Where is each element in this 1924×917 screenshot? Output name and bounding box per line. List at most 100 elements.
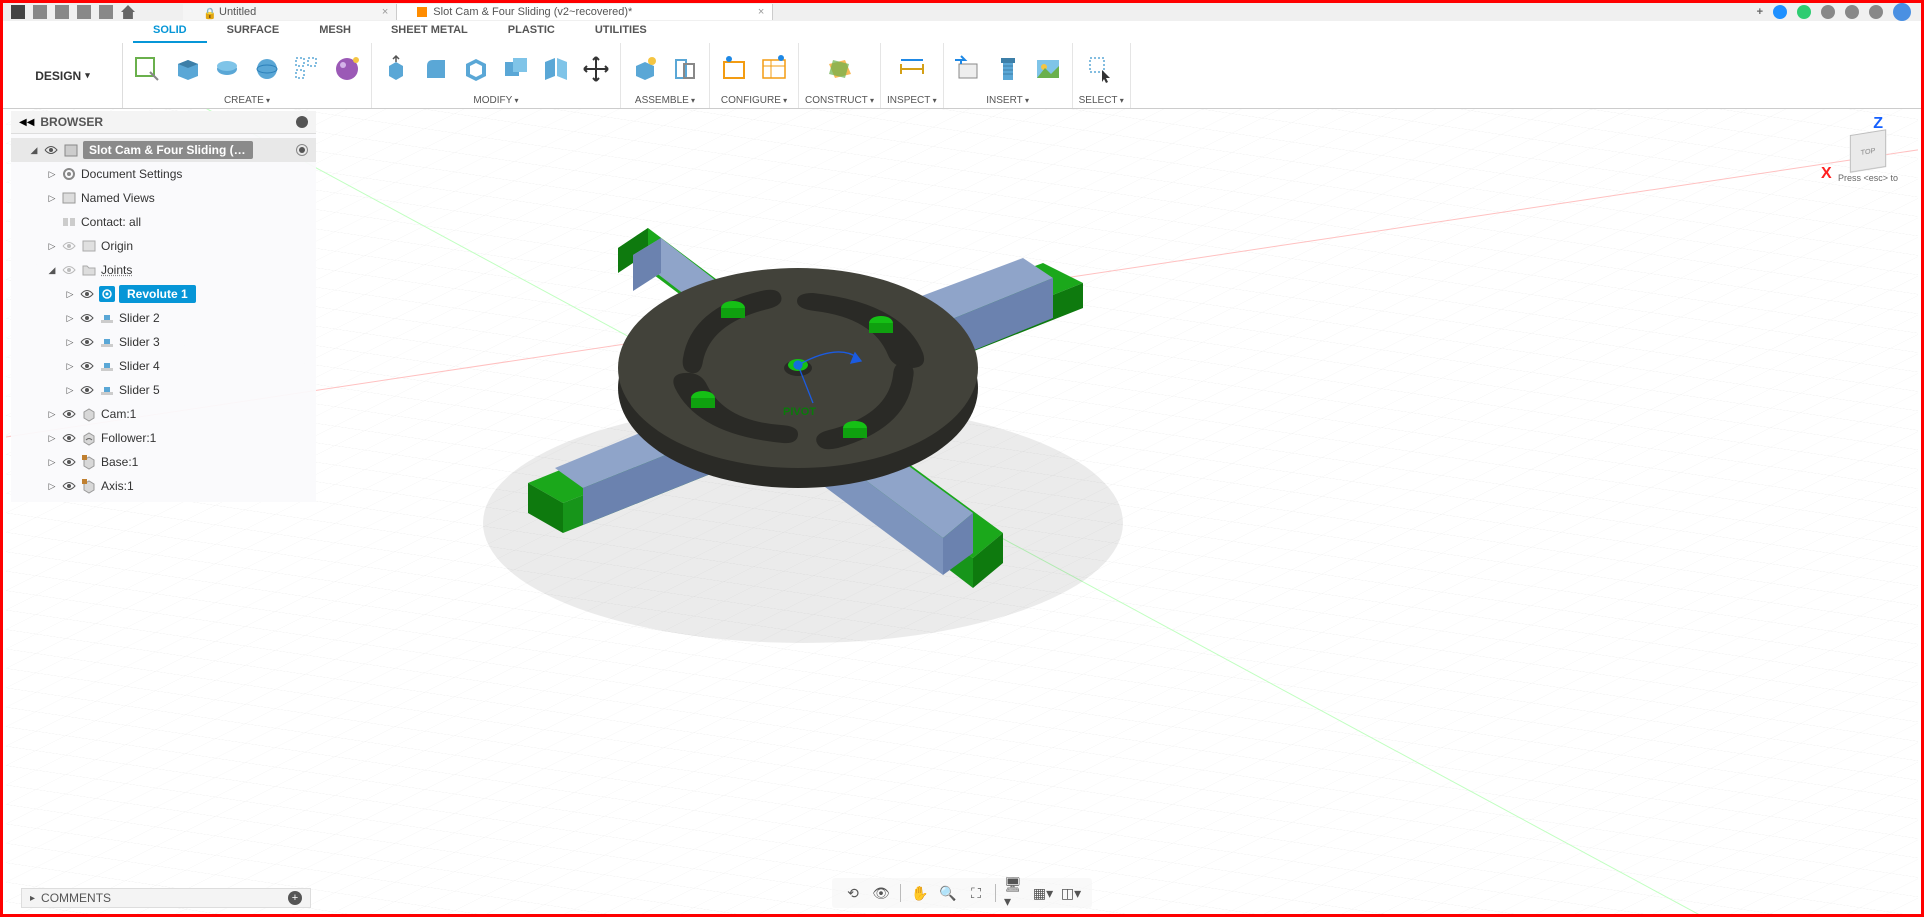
browser-options-icon[interactable]: [296, 116, 308, 128]
data-panel-icon[interactable]: [1773, 5, 1787, 19]
tree-axis[interactable]: ▷ Axis:1: [11, 474, 316, 498]
visibility-icon[interactable]: [61, 455, 77, 469]
visibility-icon[interactable]: [79, 335, 95, 349]
file-icon[interactable]: [33, 5, 47, 19]
user-avatar[interactable]: [1893, 3, 1911, 21]
tab-sheetmetal[interactable]: SHEET METAL: [371, 21, 488, 43]
config-table-icon[interactable]: [756, 51, 792, 87]
group-label[interactable]: CONFIGURE: [721, 93, 787, 108]
redo-icon[interactable]: [99, 5, 113, 19]
fillet-icon[interactable]: [418, 51, 454, 87]
tab-untitled[interactable]: 🔒 Untitled ×: [183, 4, 397, 20]
orbit-icon[interactable]: ⟲: [842, 882, 864, 904]
viewport-icon[interactable]: ◫▾: [1060, 882, 1082, 904]
tree-follower[interactable]: ▷ Follower:1: [11, 426, 316, 450]
collapse-icon[interactable]: ◀◀: [19, 117, 34, 128]
joint-icon[interactable]: [667, 51, 703, 87]
visibility-icon[interactable]: [61, 263, 77, 277]
tab-utilities[interactable]: UTILITIES: [575, 21, 667, 43]
model-view[interactable]: PIVOT: [383, 143, 1283, 703]
visibility-icon[interactable]: [61, 431, 77, 445]
display-icon[interactable]: 🖥▾: [1004, 882, 1026, 904]
expand-icon[interactable]: ▷: [47, 457, 57, 468]
viewcube-cube[interactable]: TOP: [1850, 129, 1886, 172]
pattern-icon[interactable]: [289, 51, 325, 87]
home-icon[interactable]: [121, 5, 135, 19]
expand-icon[interactable]: ▷: [65, 385, 75, 396]
close-icon[interactable]: ×: [382, 6, 388, 18]
undo-icon[interactable]: [77, 5, 91, 19]
tree-origin[interactable]: ▷ Origin: [11, 234, 316, 258]
extrude-icon[interactable]: [169, 51, 205, 87]
expand-icon[interactable]: ▷: [47, 169, 57, 180]
tree-named-views[interactable]: ▷ Named Views: [11, 186, 316, 210]
group-label[interactable]: ASSEMBLE: [635, 93, 695, 108]
insert-mcmaster-icon[interactable]: [990, 51, 1026, 87]
tree-contact[interactable]: ▷ Contact: all: [11, 210, 316, 234]
shell-icon[interactable]: [458, 51, 494, 87]
select-icon[interactable]: [1083, 51, 1119, 87]
group-label[interactable]: MODIFY: [473, 93, 518, 108]
insert-derive-icon[interactable]: [950, 51, 986, 87]
tab-plastic[interactable]: PLASTIC: [488, 21, 575, 43]
tree-root[interactable]: ◢ Slot Cam & Four Sliding (v2~re...: [11, 138, 316, 162]
sketch-icon[interactable]: [129, 51, 165, 87]
split-icon[interactable]: [538, 51, 574, 87]
activate-radio[interactable]: [296, 144, 308, 156]
config-icon[interactable]: [716, 51, 752, 87]
group-label[interactable]: INSERT: [986, 93, 1029, 108]
tree-revolute1[interactable]: ▷ Revolute 1: [11, 282, 316, 306]
component-icon[interactable]: [627, 51, 663, 87]
move-icon[interactable]: [578, 51, 614, 87]
visibility-icon[interactable]: [79, 311, 95, 325]
fit-icon[interactable]: ⛶: [965, 882, 987, 904]
expand-icon[interactable]: ▷: [65, 337, 75, 348]
comments-panel[interactable]: ▸ COMMENTS +: [21, 888, 311, 908]
insert-decal-icon[interactable]: [1030, 51, 1066, 87]
expand-icon[interactable]: ◢: [47, 265, 57, 276]
help-icon[interactable]: [1869, 5, 1883, 19]
new-tab-icon[interactable]: +: [1757, 6, 1763, 18]
notifications-icon[interactable]: [1845, 5, 1859, 19]
visibility-icon[interactable]: [79, 359, 95, 373]
workspace-switcher[interactable]: DESIGN: [3, 43, 123, 108]
add-comment-icon[interactable]: +: [288, 891, 302, 905]
group-label[interactable]: SELECT: [1079, 93, 1124, 108]
revolve-icon[interactable]: [209, 51, 245, 87]
tree-slider2[interactable]: ▷ Slider 2: [11, 306, 316, 330]
group-label[interactable]: INSPECT: [887, 93, 937, 108]
combine-icon[interactable]: [498, 51, 534, 87]
pan-icon[interactable]: ✋: [909, 882, 931, 904]
expand-icon[interactable]: ▷: [47, 409, 57, 420]
emboss-icon[interactable]: [329, 51, 365, 87]
visibility-icon[interactable]: [79, 287, 95, 301]
expand-icon[interactable]: ▷: [65, 361, 75, 372]
tab-solid[interactable]: SOLID: [133, 21, 207, 43]
visibility-icon[interactable]: [43, 143, 59, 157]
group-label[interactable]: CONSTRUCT: [805, 93, 874, 108]
tab-slotcam[interactable]: Slot Cam & Four Sliding (v2~recovered)* …: [397, 4, 773, 20]
expand-icon[interactable]: ▷: [47, 481, 57, 492]
app-grid-icon[interactable]: [11, 5, 25, 19]
save-icon[interactable]: [55, 5, 69, 19]
tree-doc-settings[interactable]: ▷ Document Settings: [11, 162, 316, 186]
visibility-icon[interactable]: [61, 239, 77, 253]
plane-icon[interactable]: [822, 51, 858, 87]
expand-icon[interactable]: ▷: [47, 433, 57, 444]
expand-icon[interactable]: ▷: [65, 313, 75, 324]
group-label[interactable]: CREATE: [224, 93, 270, 108]
visibility-icon[interactable]: [61, 479, 77, 493]
tree-slider4[interactable]: ▷ Slider 4: [11, 354, 316, 378]
look-icon[interactable]: 👁: [870, 882, 892, 904]
tab-surface[interactable]: SURFACE: [207, 21, 300, 43]
tree-slider5[interactable]: ▷ Slider 5: [11, 378, 316, 402]
expand-icon[interactable]: ◢: [29, 145, 39, 156]
measure-icon[interactable]: [894, 51, 930, 87]
expand-icon[interactable]: ▷: [47, 193, 57, 204]
tree-base[interactable]: ▷ Base:1: [11, 450, 316, 474]
grid-icon[interactable]: ▦▾: [1032, 882, 1054, 904]
visibility-icon[interactable]: [79, 383, 95, 397]
visibility-icon[interactable]: [61, 407, 77, 421]
extensions-icon[interactable]: [1821, 5, 1835, 19]
tab-mesh[interactable]: MESH: [299, 21, 371, 43]
